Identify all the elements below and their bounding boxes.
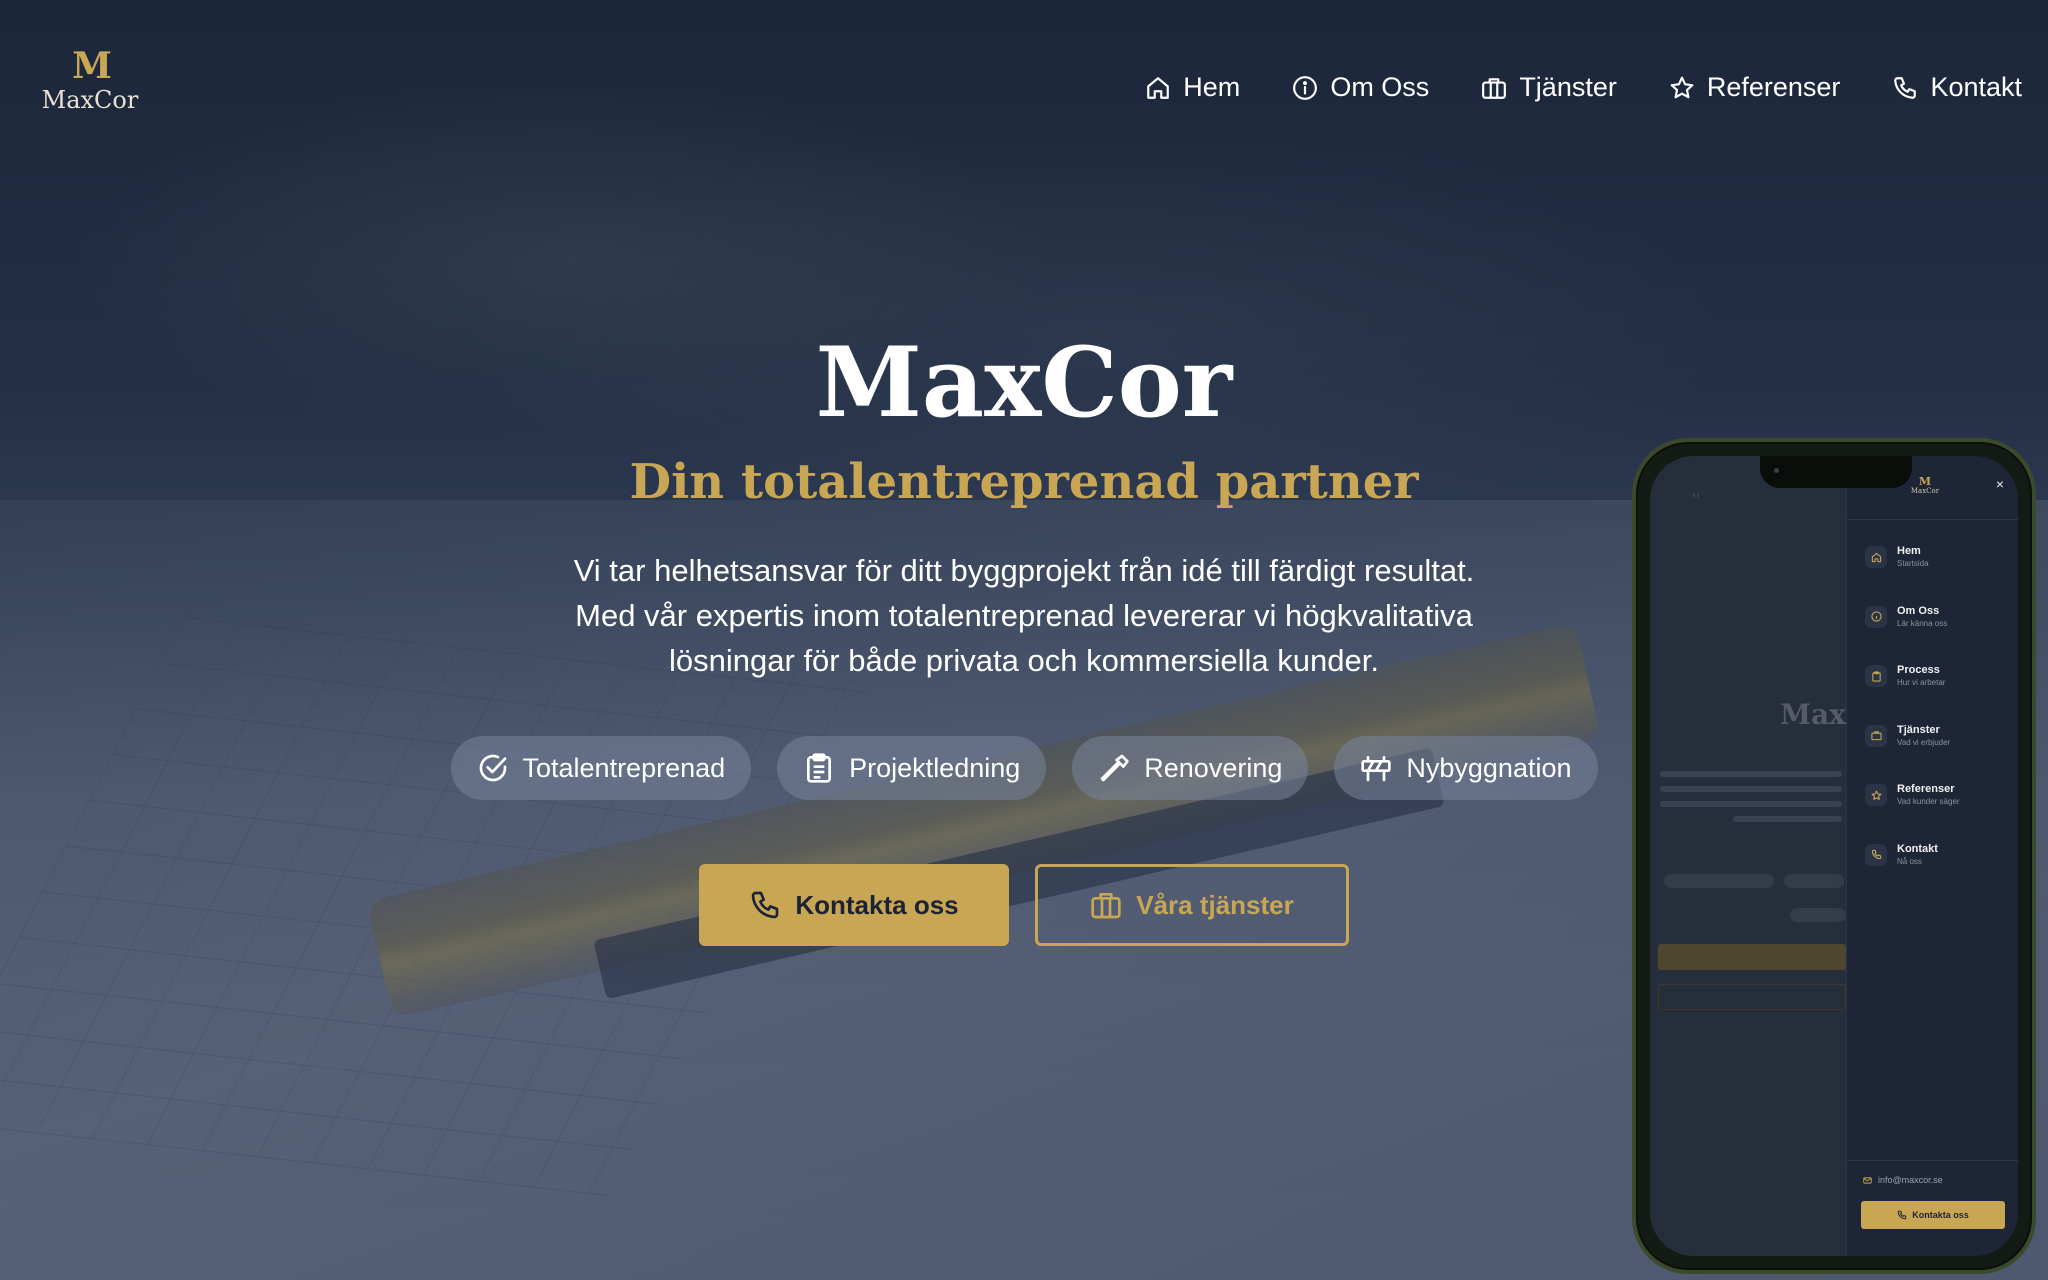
- hero-title: MaxCor: [815, 326, 1233, 439]
- mobile-chip-dimmed: [1784, 874, 1844, 888]
- mobile-menu-label: Process: [1897, 664, 1940, 677]
- nav-label: Tjänster: [1519, 72, 1617, 102]
- clipboard-icon: [1865, 665, 1887, 688]
- mobile-menu-item-process[interactable]: Process Hur vi arbetar: [1847, 657, 2018, 717]
- logo-text: MaxCor: [41, 86, 139, 114]
- info-icon: [1293, 75, 1318, 100]
- hero-description-line: Med vår expertis inom totalentreprenad l…: [575, 598, 1473, 633]
- briefcase-icon: [1482, 77, 1507, 99]
- nav-label: Hem: [1183, 72, 1241, 102]
- briefcase-icon: [1865, 724, 1887, 747]
- mobile-menu-label: Tjänster: [1897, 723, 1940, 736]
- chip-label: Nybyggnation: [1406, 752, 1572, 783]
- mobile-menu-drawer: M MaxCor × Hem Startsida Om Oss Lär känna …: [1846, 456, 2018, 1256]
- chip-nybyggnation: Nybyggnation: [1334, 736, 1598, 800]
- mobile-menu-item-kontakt[interactable]: Kontakt Nå oss: [1847, 836, 2018, 896]
- home-icon: [1865, 546, 1887, 568]
- site-logo[interactable]: M MaxCor: [38, 48, 142, 114]
- mobile-logo-dimmed: M: [1691, 492, 1701, 501]
- mobile-menu-label: Om Oss: [1897, 604, 1940, 617]
- hero-description: Vi tar helhetsansvar för ditt byggprojek…: [474, 548, 1574, 683]
- mobile-menu-sublabel: Nå oss: [1897, 856, 1922, 866]
- mobile-menu-item-om-oss[interactable]: Om Oss Lär känna oss: [1847, 598, 2018, 658]
- mobile-menu-footer: info@maxcor.se Kontakta oss: [1847, 1160, 2018, 1256]
- chip-projektledning: Projektledning: [777, 736, 1047, 800]
- nav-item-referenser[interactable]: Referenser: [1669, 72, 1841, 103]
- mobile-menu-label: Hem: [1897, 545, 1921, 557]
- camera-dot: [1774, 468, 1779, 473]
- chip-totalentreprenad: Totalentreprenad: [450, 736, 752, 800]
- mobile-menu-sublabel: Vad kunder säger: [1897, 797, 1960, 807]
- mobile-menu-item-referenser[interactable]: Referenser Vad kunder säger: [1847, 776, 2018, 836]
- check-circle-icon: [479, 754, 506, 782]
- mobile-logo-mark: M: [1918, 475, 1932, 488]
- chip-label: Renovering: [1144, 752, 1283, 783]
- our-services-label: Våra tjänster: [1136, 889, 1294, 920]
- hammer-icon: [1100, 754, 1129, 782]
- contact-us-label: Kontakta oss: [795, 889, 959, 920]
- main-nav: Hem Om Oss Tjänster Referenser Kontakt: [1145, 72, 2022, 103]
- nav-item-om-oss[interactable]: Om Oss: [1292, 72, 1429, 103]
- mobile-menu-logo[interactable]: M MaxCor: [1903, 476, 1947, 496]
- mobile-cta-dimmed: [1658, 944, 1846, 970]
- hero-description-line: Vi tar helhetsansvar för ditt byggprojek…: [573, 553, 1475, 588]
- mobile-menu-label: Kontakt: [1897, 842, 1938, 855]
- mail-icon: [1863, 1176, 1872, 1184]
- phone-mockup: M MaxC M MaxCor × Hem Startsida Om Oss L…: [1632, 438, 2036, 1274]
- home-icon: [1147, 76, 1170, 99]
- mobile-menu-label: Referenser: [1897, 783, 1955, 796]
- phone-icon: [1865, 843, 1887, 866]
- logo-mark: M: [72, 45, 112, 87]
- phone-screen: M MaxC M MaxCor × Hem Startsida Om Oss L…: [1650, 456, 2018, 1256]
- chip-label: Totalentreprenad: [522, 752, 726, 783]
- nav-item-kontakt[interactable]: Kontakt: [1892, 72, 2022, 103]
- mobile-menu-sublabel: Vad vi erbjuder: [1897, 737, 1951, 747]
- mobile-cta-outline-dimmed: [1658, 984, 1846, 1010]
- mobile-menu-contact-label: Kontakta oss: [1912, 1210, 1969, 1220]
- mobile-text-dimmed: [1660, 762, 1842, 822]
- chip-label: Projektledning: [849, 752, 1021, 783]
- nav-label: Kontakt: [1930, 72, 2022, 102]
- mobile-menu-email-text: info@maxcor.se: [1878, 1175, 1943, 1185]
- mobile-menu-contact-button[interactable]: Kontakta oss: [1861, 1201, 2005, 1229]
- mobile-chip-dimmed: [1790, 908, 1846, 922]
- phone-icon: [752, 891, 779, 919]
- close-icon[interactable]: ×: [1996, 476, 2004, 492]
- phone-icon: [1894, 76, 1917, 99]
- star-icon: [1670, 76, 1694, 98]
- clipboard-icon: [807, 753, 832, 783]
- contact-us-button[interactable]: Kontakta oss: [699, 864, 1009, 946]
- mobile-menu-list: Hem Startsida Om Oss Lär känna oss Process…: [1847, 520, 2018, 896]
- mobile-page-dimmed: M MaxC: [1650, 456, 1868, 1256]
- mobile-menu-item-hem[interactable]: Hem Startsida: [1847, 538, 2018, 598]
- mobile-logo-text: MaxCor: [1910, 487, 1940, 495]
- mobile-chip-dimmed: [1664, 874, 1774, 888]
- star-icon: [1865, 784, 1887, 807]
- construction-barrier-icon: [1361, 756, 1392, 782]
- phone-notch: [1760, 456, 1912, 488]
- mobile-menu-sublabel: Startsida: [1897, 559, 1929, 568]
- nav-item-tjanster[interactable]: Tjänster: [1481, 72, 1617, 103]
- phone-icon: [1897, 1210, 1907, 1220]
- info-icon: [1865, 605, 1887, 628]
- nav-item-hem[interactable]: Hem: [1145, 72, 1240, 103]
- mobile-menu-sublabel: Lär känna oss: [1897, 618, 1948, 628]
- mobile-menu-email[interactable]: info@maxcor.se: [1863, 1175, 1943, 1185]
- nav-label: Om Oss: [1330, 72, 1430, 102]
- briefcase-icon: [1091, 893, 1121, 919]
- nav-label: Referenser: [1706, 72, 1841, 102]
- mobile-menu-item-tjanster[interactable]: Tjänster Vad vi erbjuder: [1847, 717, 2018, 777]
- our-services-button[interactable]: Våra tjänster: [1035, 864, 1349, 946]
- mobile-menu-sublabel: Hur vi arbetar: [1897, 678, 1946, 688]
- chip-renovering: Renovering: [1072, 736, 1309, 800]
- hero-description-line: lösningar för både privata och kommersie…: [669, 643, 1379, 678]
